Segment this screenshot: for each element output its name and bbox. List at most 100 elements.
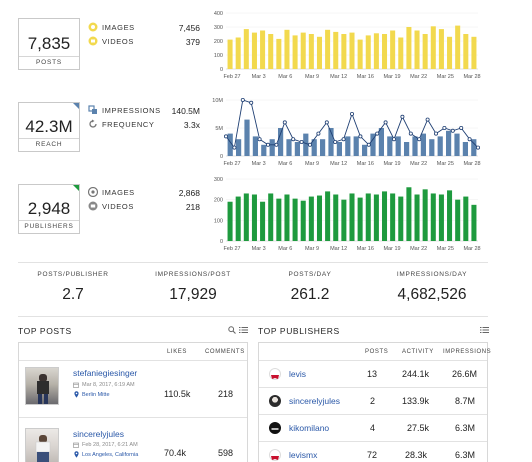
post-date: Feb 28, 2017, 6:21 AM (82, 442, 138, 448)
search-icon[interactable] (228, 326, 236, 334)
bar (235, 196, 241, 241)
metric-value: 4,682,526 (397, 286, 467, 303)
bar (269, 139, 275, 156)
publisher-impressions: 6.3M (455, 450, 476, 460)
bar (406, 27, 412, 69)
table-row[interactable]: stefaniegiesinger Mar 8, 2017, 6:19 AM B… (19, 361, 247, 417)
bar (422, 189, 428, 241)
table-row[interactable]: levismx 72 28.3k 6.3M (259, 442, 487, 462)
bar (345, 136, 351, 156)
x-tick-label: Mar 19 (383, 246, 400, 252)
post-location-link[interactable]: Berlin Mitte (82, 392, 110, 398)
line-point (366, 142, 371, 147)
col-head-posts: POSTS (365, 349, 389, 355)
publisher-link[interactable]: levis (289, 369, 306, 379)
y-tick-label: 100 (214, 218, 223, 224)
bar (303, 133, 309, 156)
bar (251, 32, 257, 69)
post-thumbnail[interactable] (25, 428, 59, 462)
bar (294, 142, 301, 156)
bar (308, 34, 314, 69)
publisher-activity: 133.9k (402, 396, 430, 406)
list-view-icon[interactable] (239, 326, 248, 334)
publisher-activity: 27.5k (407, 423, 430, 433)
list-view-icon[interactable] (480, 326, 489, 334)
bar (341, 34, 347, 69)
publisher-posts: 72 (367, 450, 378, 460)
bar (412, 136, 418, 156)
x-tick-label: Mar 3 (252, 246, 266, 252)
x-tick-label: Mar 16 (357, 246, 374, 252)
line-point (358, 134, 363, 139)
publisher-link[interactable]: sincerelyjules (289, 396, 340, 406)
bar (365, 35, 371, 69)
y-tick-label: 300 (214, 25, 223, 31)
post-user-link[interactable]: stefaniegiesinger (73, 368, 137, 378)
publishers-legend-videos: VIDEOS 218 (88, 200, 200, 214)
line-point (232, 145, 237, 150)
post-location-link[interactable]: Los Angeles, California (82, 452, 138, 458)
video-icon (88, 36, 98, 46)
publisher-posts: 4 (370, 423, 376, 433)
bar (333, 194, 339, 241)
line-point (341, 137, 346, 142)
posts-total: 7,835 (27, 34, 71, 53)
bar (325, 29, 331, 69)
table-row[interactable]: sincerelyjules Feb 28, 2017, 6:21 AM Los… (19, 418, 247, 462)
bar (341, 199, 347, 241)
line-point (349, 111, 354, 116)
line-point (266, 142, 271, 147)
avatar (269, 395, 281, 407)
line-point (383, 120, 388, 125)
y-tick-label: 300 (214, 177, 223, 183)
bar (286, 139, 292, 156)
bar (454, 133, 460, 156)
frequency-icon (89, 119, 97, 128)
reach-total: 42.3M (25, 117, 73, 136)
bar (406, 187, 412, 241)
top-publishers-panel: POSTS ACTIVITY IMPRESSIONS levis 13 244.… (258, 342, 491, 462)
table-row[interactable]: levis 13 244.1k 26.6M (259, 361, 487, 387)
bar (414, 194, 420, 241)
legend-value: 2,868 (178, 188, 200, 198)
bar (437, 136, 443, 156)
line-point (408, 131, 413, 136)
calendar-icon (73, 442, 79, 448)
line-point (299, 140, 304, 145)
metric-label: POSTS/PUBLISHER (37, 271, 109, 278)
post-likes: 110.5k (164, 389, 191, 399)
table-row[interactable]: sincerelyjules 2 133.9k 8.7M (259, 388, 487, 414)
bar (398, 196, 404, 241)
x-tick-label: Mar 6 (278, 74, 292, 80)
publisher-link[interactable]: kikomilano (289, 423, 329, 433)
top-posts-title: TOP POSTS (18, 326, 72, 336)
bar (387, 136, 393, 156)
bar (414, 30, 420, 69)
location-pin-icon (74, 451, 79, 458)
table-row[interactable]: kikomilano 4 27.5k 6.3M (259, 415, 487, 441)
reach-per-day-chart: 0 5M 10M Feb 27 Mar 3 Mar 6 Mar 9 Mar 12 Mar 16 M… (212, 98, 480, 167)
bar (349, 32, 355, 69)
publishers-label: PUBLISHERS (19, 220, 79, 233)
bar (471, 204, 477, 241)
bar (316, 195, 323, 241)
x-tick-label: Mar 12 (330, 161, 347, 167)
publishers-legend-images: IMAGES 2,868 (88, 186, 200, 200)
line-point (442, 125, 447, 130)
post-comments: 218 (218, 389, 234, 399)
post-user-link[interactable]: sincerelyjules (73, 429, 124, 439)
legend-label: IMAGES (102, 23, 135, 32)
legend-value: 140.5M (171, 106, 200, 116)
bar (277, 128, 284, 156)
bar (300, 32, 306, 69)
bar (447, 190, 453, 241)
publisher-link[interactable]: levismx (289, 450, 317, 460)
post-thumbnail[interactable] (25, 367, 59, 405)
reach-card: 42.3M REACH (18, 102, 80, 152)
reach-corner-accent (73, 103, 79, 109)
x-tick-label: Mar 12 (330, 246, 347, 252)
bar (284, 29, 290, 69)
publisher-impressions: 6.3M (455, 423, 476, 433)
line-point (249, 100, 254, 105)
x-tick-label: Mar 25 (437, 246, 454, 252)
